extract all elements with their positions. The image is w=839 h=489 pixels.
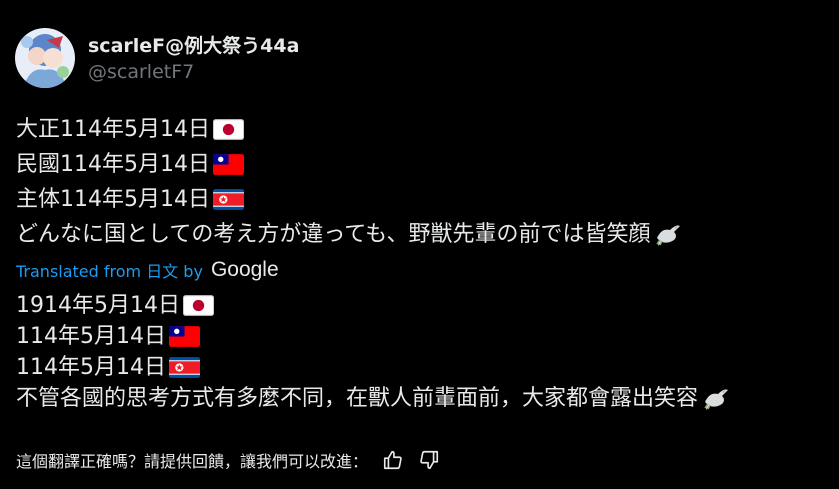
translated-from-text: Translated from 日文 by xyxy=(16,262,203,281)
taiwan-flag-icon xyxy=(168,326,200,347)
thumbs-down-icon[interactable] xyxy=(418,449,440,471)
taiwan-flag-icon xyxy=(212,154,244,175)
original-line-3: 主体114年5月14日 xyxy=(16,182,826,217)
translated-line-2: 114年5月14日 xyxy=(16,321,831,352)
translated-line-text: 114年5月14日 xyxy=(16,355,166,380)
thumbs-up-icon[interactable] xyxy=(382,449,404,471)
translated-line-text: 114年5月14日 xyxy=(16,324,166,349)
original-line-text: 民國114年5月14日 xyxy=(16,152,210,177)
translated-line-4: 不管各國的思考方式有多麼不同，在獸人前輩面前，大家都會露出笑容 xyxy=(16,383,831,414)
translated-line-1: 1914年5月14日 xyxy=(16,290,831,321)
dove-icon xyxy=(656,224,681,246)
avatar[interactable] xyxy=(15,28,75,88)
avatar-image xyxy=(15,28,75,88)
author-handle[interactable]: @scarletF7 xyxy=(88,61,194,83)
original-line-4: どんなに国としての考え方が違っても、野獣先輩の前では皆笑顔 xyxy=(16,217,826,252)
original-text: 大正114年5月14日 民國114年5月14日 主体114年5月14日 どんなに… xyxy=(16,112,826,252)
japan-flag-icon xyxy=(182,295,214,316)
feedback-prompt: 這個翻譯正確嗎？請提供回饋，讓我們可以改進： xyxy=(16,452,369,471)
original-line-text: どんなに国としての考え方が違っても、野獣先輩の前では皆笑顔 xyxy=(16,222,651,247)
japan-flag-icon xyxy=(212,119,244,140)
north-korea-flag-icon xyxy=(212,189,244,210)
translated-text: 1914年5月14日 114年5月14日 114年5月14日 不管各國的思考方式… xyxy=(16,290,831,414)
original-line-text: 大正114年5月14日 xyxy=(16,117,210,142)
original-line-2: 民國114年5月14日 xyxy=(16,147,826,182)
translated-line-text: 1914年5月14日 xyxy=(16,293,180,318)
translated-line-3: 114年5月14日 xyxy=(16,352,831,383)
author-display-name[interactable]: scarleF@例大祭う44a xyxy=(88,31,299,58)
translated-from-link[interactable]: Translated from 日文 by Google xyxy=(16,258,279,282)
original-line-1: 大正114年5月14日 xyxy=(16,112,826,147)
dove-icon xyxy=(704,388,729,410)
original-line-text: 主体114年5月14日 xyxy=(16,187,210,212)
google-logo: Google xyxy=(210,258,279,281)
translated-line-text: 不管各國的思考方式有多麼不同，在獸人前輩面前，大家都會露出笑容 xyxy=(16,386,699,411)
north-korea-flag-icon xyxy=(168,357,200,378)
translation-feedback: 這個翻譯正確嗎？請提供回饋，讓我們可以改進： xyxy=(16,448,440,472)
